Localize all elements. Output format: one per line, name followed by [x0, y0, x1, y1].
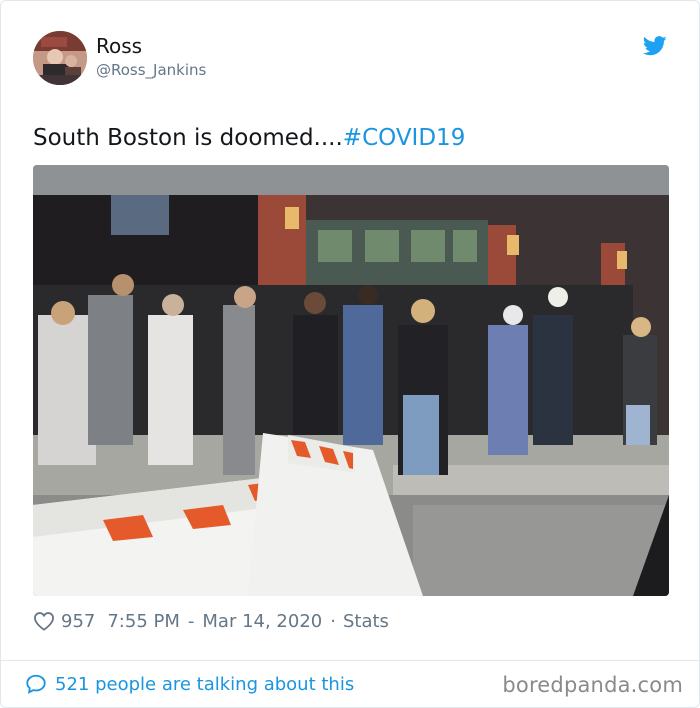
- heart-icon[interactable]: [33, 611, 55, 631]
- divider: [1, 660, 699, 661]
- stats-link[interactable]: Stats: [343, 611, 389, 632]
- tweet-photo[interactable]: [33, 165, 669, 596]
- tweet-meta: 957 7:55 PM - Mar 14, 2020 · Stats: [33, 606, 389, 636]
- avatar-photo: [33, 31, 87, 85]
- speech-bubble-icon: [26, 674, 46, 694]
- tweet-body: South Boston is doomed....: [33, 125, 343, 151]
- tweet-time[interactable]: 7:55 PM: [107, 611, 180, 632]
- crowd-photo-illustration: [33, 165, 669, 596]
- display-name[interactable]: Ross: [96, 34, 142, 58]
- hashtag-link[interactable]: #COVID19: [343, 125, 466, 151]
- tweet-header: Ross @Ross_Jankins: [33, 31, 673, 91]
- date-separator: -: [187, 610, 195, 632]
- tweet-text: South Boston is doomed....#COVID19: [33, 122, 465, 154]
- avatar[interactable]: [33, 31, 87, 85]
- conversation-label[interactable]: 521 people are talking about this: [55, 674, 354, 695]
- conversation-link[interactable]: 521 people are talking about this: [25, 670, 354, 698]
- meta-separator: ·: [330, 610, 336, 632]
- tweet-date[interactable]: Mar 14, 2020: [202, 611, 322, 632]
- tweet-card: Ross @Ross_Jankins South Boston is doome…: [0, 0, 700, 708]
- watermark: boredpanda.com: [502, 673, 683, 697]
- twitter-bird-icon[interactable]: [643, 35, 667, 57]
- like-count[interactable]: 957: [61, 611, 95, 632]
- user-handle[interactable]: @Ross_Jankins: [96, 60, 206, 80]
